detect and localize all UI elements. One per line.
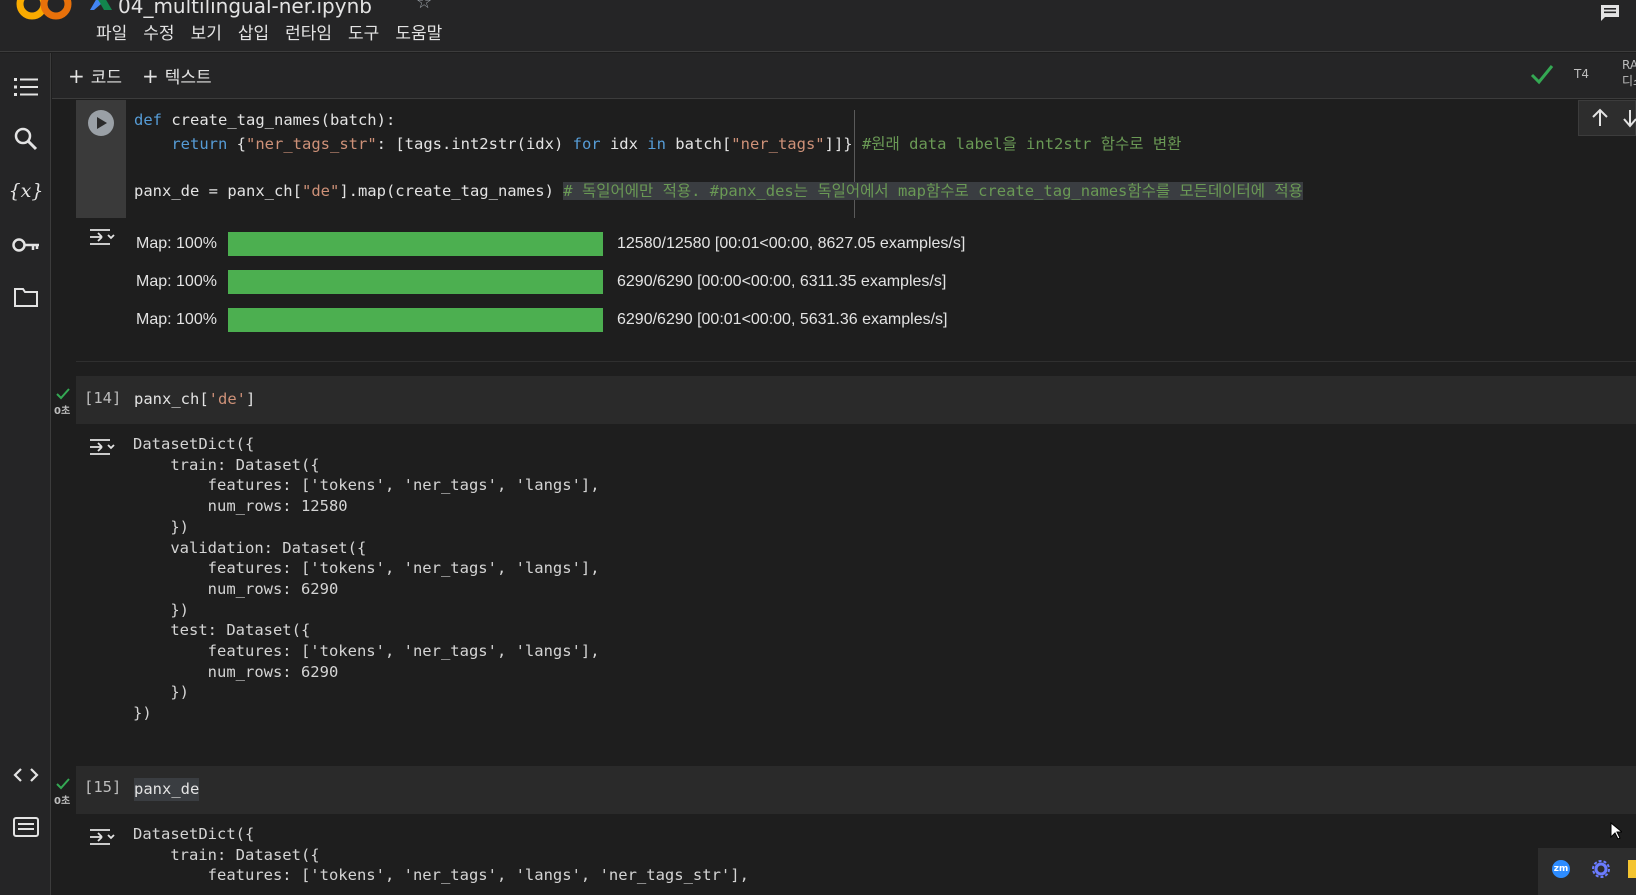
code-token: batch[ [665,135,732,153]
success-check-icon [56,388,70,400]
mouse-pointer-icon [1610,822,1622,840]
code-token: create_tag_names(batch): [162,111,396,129]
menu-tools[interactable]: 도구 [340,22,387,46]
progress-label: Map: 100% [136,235,217,252]
output-collapse-icon[interactable] [88,226,116,248]
code-token: panx_de = panx_ch[ [134,182,302,200]
cell-output-text: DatasetDict({ train: Dataset({ features:… [133,435,600,723]
table-of-contents-icon[interactable] [12,73,40,101]
star-icon[interactable]: ☆ [416,0,432,13]
string-literal: 'de' [208,390,246,408]
code-cell-editor[interactable] [76,766,1636,814]
progress-row: Map: 100% 6290/6290 [00:00<00:00, 6311.3… [136,270,946,294]
cell-toolbar [1578,100,1636,136]
move-up-icon[interactable] [1591,108,1609,128]
plus-icon: + [68,64,85,88]
colab-logo[interactable] [16,0,72,26]
progress-bar-fill [228,270,603,294]
string-literal: "ner_tags" [731,135,825,153]
code-line: def create_tag_names(batch): [134,109,395,132]
notebook-toolbar: +코드 +텍스트 T4 RA 디스크 [52,53,1636,99]
success-check-icon [56,778,70,790]
code-token: ] [245,390,256,408]
progress-row: Map: 100% 12580/12580 [00:01<00:00, 8627… [136,232,965,256]
tray-app-icon[interactable] [1628,860,1636,878]
variables-icon[interactable]: {x} [9,177,44,205]
left-sidebar: {x} [0,53,51,895]
connected-check-icon[interactable] [1530,63,1554,85]
add-code-button[interactable]: + 코드 [68,63,122,88]
code-line: panx_de = panx_ch["de"].map(create_tag_n… [134,180,1303,203]
add-text-label: 텍스트 [164,68,212,88]
code-cell-editor[interactable] [76,376,1636,424]
settings-gear-icon[interactable] [1592,860,1610,878]
menu-view[interactable]: 보기 [183,22,230,46]
add-code-label: 코드 [90,68,123,88]
progress-label: Map: 100% [136,273,217,290]
progress-label: Map: 100% [136,311,217,328]
progress-stats: 6290/6290 [00:01<00:00, 5631.36 examples… [617,311,948,328]
code-line: return {"ner_tags_str": [tags.int2str(id… [134,133,1181,156]
menu-edit[interactable]: 수정 [135,22,182,46]
progress-row: Map: 100% 6290/6290 [00:01<00:00, 5631.3… [136,308,947,332]
terminal-icon[interactable] [12,813,40,841]
code-line: panx_de [134,778,200,801]
string-literal: "de" [301,182,340,200]
code-token: : [tags.int2str(idx) [376,135,573,153]
progress-stats: 6290/6290 [00:00<00:00, 6311.35 examples… [617,273,947,290]
menu-bar: 파일 수정 보기 삽입 런타임 도구 도움말 [88,22,450,46]
execution-count: [14] [84,389,122,407]
notebook-title[interactable]: 04_multilingual-ner.ipynb [118,0,372,18]
files-folder-icon[interactable] [12,283,40,311]
keyword: return [171,135,228,153]
code-comment: # 독일어에만 적용. #panx_des는 독일어에서 map함수로 crea… [563,182,1303,200]
zoom-icon[interactable]: zm [1552,860,1570,878]
code-token: panx_ch[ [134,390,209,408]
keyword: def [134,111,162,129]
output-collapse-icon[interactable] [88,436,116,458]
execution-time: 0초 [54,406,71,417]
progress-stats: 12580/12580 [00:01<00:00, 8627.05 exampl… [617,235,966,252]
progress-bar [228,232,603,256]
add-text-button[interactable]: + 텍스트 [142,63,212,88]
code-token: idx [600,135,648,153]
progress-bar [228,270,603,294]
move-down-icon[interactable] [1623,108,1636,128]
menu-runtime[interactable]: 런타임 [277,22,340,46]
resource-monitor[interactable]: RA 디스크 [1622,57,1636,89]
search-icon[interactable] [12,125,40,153]
execution-time: 0초 [54,796,71,807]
cell-output-text: DatasetDict({ train: Dataset({ features:… [133,825,749,885]
plus-icon: + [142,64,159,88]
menu-help[interactable]: 도움말 [387,22,450,46]
code-snippets-icon[interactable] [12,761,40,789]
drive-icon [90,0,112,10]
progress-bar [228,308,603,332]
run-cell-button[interactable] [88,110,114,136]
code-line: panx_ch['de'] [134,388,255,411]
execution-count: [15] [84,778,122,796]
keyword: for [572,135,601,153]
string-literal: "ner_tags_str" [246,135,377,153]
comment-icon[interactable] [1600,4,1620,22]
disk-label: 디스크 [1622,74,1636,88]
code-token: { [227,135,246,153]
menu-insert[interactable]: 삽입 [230,22,277,46]
code-token: ]]} [824,135,853,153]
system-tray: zm [1538,848,1636,895]
progress-bar-fill [228,232,603,256]
ram-label: RA [1622,58,1636,72]
app-header: 04_multilingual-ner.ipynb ☆ 파일 수정 보기 삽입 … [0,0,1636,52]
menu-file[interactable]: 파일 [88,22,135,46]
output-collapse-icon[interactable] [88,826,116,848]
runtime-type-label[interactable]: T4 [1574,67,1589,81]
secrets-key-icon[interactable] [12,231,40,259]
code-comment: #원래 data label을 int2str 함수로 변환 [852,135,1182,153]
keyword: in [647,135,666,153]
code-token: ].map(create_tag_names) [339,182,564,200]
progress-bar-fill [228,308,603,332]
